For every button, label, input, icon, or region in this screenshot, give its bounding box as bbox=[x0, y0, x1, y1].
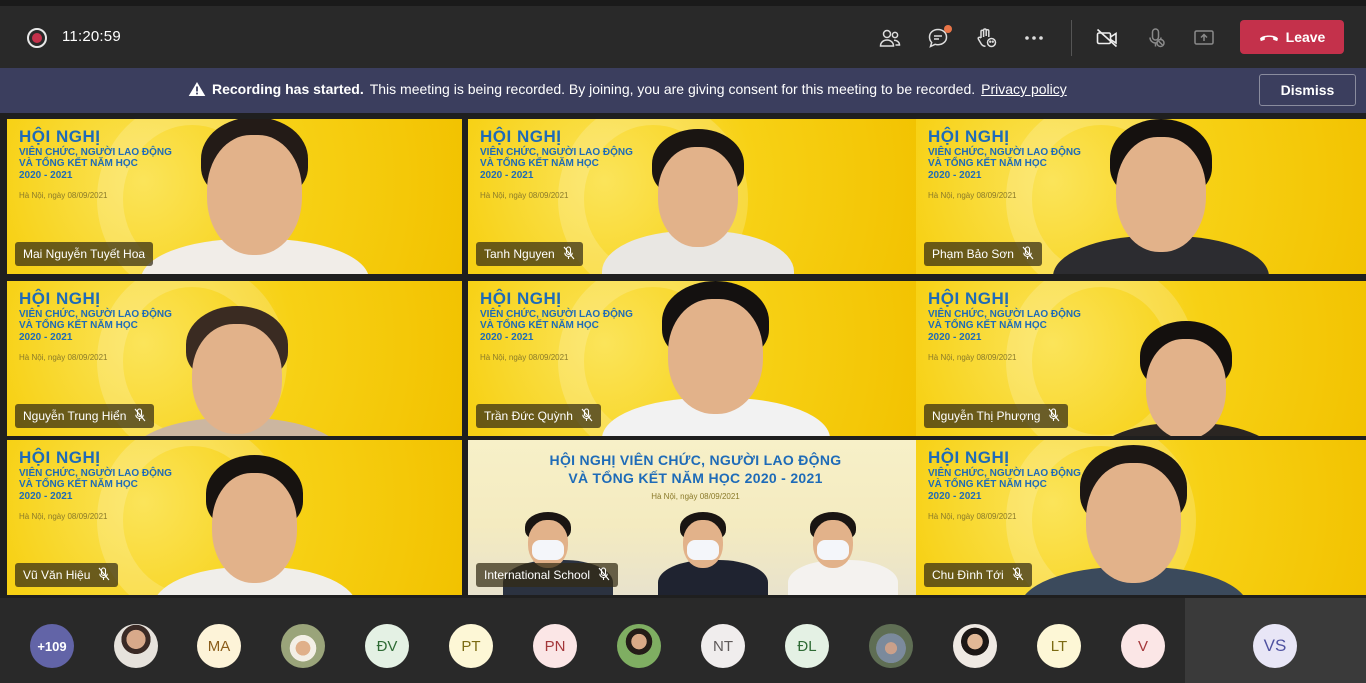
participant-name: International School bbox=[484, 568, 591, 582]
mic-muted-icon bbox=[581, 407, 593, 425]
share-screen-icon[interactable] bbox=[1190, 24, 1218, 52]
mic-muted-icon bbox=[1048, 407, 1060, 425]
participant-photo-avatar[interactable] bbox=[953, 624, 997, 668]
more-options-icon[interactable] bbox=[1020, 24, 1048, 52]
mic-muted-icon bbox=[134, 407, 146, 425]
participant-name-tag: Chu Đình Tới bbox=[924, 563, 1032, 587]
participant-avatar[interactable]: ĐL bbox=[785, 624, 829, 668]
video-tile[interactable]: HỘI NGHỊ VIÊN CHỨC, NGƯỜI LAO ĐỘNG VÀ TỔNG… bbox=[468, 281, 923, 436]
participant-avatar[interactable]: PN bbox=[533, 624, 577, 668]
chat-notification-dot bbox=[944, 25, 952, 33]
recording-banner: Recording has started. This meeting is b… bbox=[0, 68, 1366, 113]
video-tile[interactable]: HỘI NGHỊ VIÊN CHỨC, NGƯỜI LAO ĐỘNG VÀ TỔNG… bbox=[7, 119, 462, 274]
video-tile[interactable]: HỘI NGHỊ VIÊN CHỨC, NGƯỜI LAO ĐỘNG VÀ TỔNG… bbox=[916, 281, 1366, 436]
recording-message: Recording has started. This meeting is b… bbox=[188, 81, 1067, 97]
participant-avatar[interactable]: MA bbox=[197, 624, 241, 668]
video-tile[interactable]: HỘI NGHỊ VIÊN CHỨC, NGƯỜI LAO ĐỘNG VÀ TỔNG… bbox=[916, 440, 1366, 595]
warning-icon bbox=[188, 82, 206, 96]
participant-avatar[interactable]: PT bbox=[449, 624, 493, 668]
participant-photo-avatar[interactable] bbox=[114, 624, 158, 668]
participant-avatar[interactable]: ĐV bbox=[365, 624, 409, 668]
participant-name: Vũ Văn Hiệu bbox=[23, 568, 91, 582]
participant-name-tag: Nguyễn Thị Phượng bbox=[924, 404, 1069, 428]
leave-label: Leave bbox=[1285, 29, 1326, 45]
participant-strip: +109 MA ĐV PT PN NT ĐL LT V bbox=[0, 598, 1185, 683]
privacy-policy-link[interactable]: Privacy policy bbox=[981, 81, 1067, 97]
leave-button[interactable]: Leave bbox=[1240, 20, 1344, 54]
participant-photo-avatar[interactable] bbox=[617, 624, 661, 668]
dismiss-button[interactable]: Dismiss bbox=[1259, 74, 1356, 106]
meeting-timer: 11:20:59 bbox=[62, 28, 121, 45]
participant-name-tag: Nguyễn Trung Hiển bbox=[15, 404, 155, 428]
participant-avatar[interactable]: V bbox=[1121, 624, 1165, 668]
participant-photo-avatar[interactable] bbox=[869, 624, 913, 668]
mic-muted-icon bbox=[563, 245, 575, 263]
recording-consent-text: This meeting is being recorded. By joini… bbox=[369, 81, 976, 97]
participant-name: Tanh Nguyen bbox=[484, 247, 555, 261]
participant-name: Nguyễn Thị Phượng bbox=[932, 409, 1041, 423]
mic-muted-icon bbox=[598, 566, 610, 584]
participant-name-tag: Mai Nguyễn Tuyết Hoa bbox=[15, 242, 154, 266]
participants-icon[interactable] bbox=[876, 24, 904, 52]
participant-name: Phạm Bảo Sơn bbox=[932, 247, 1014, 261]
toolbar-divider bbox=[1071, 20, 1072, 56]
video-tile[interactable]: HỘI NGHỊ VIÊN CHỨC, NGƯỜI LAO ĐỘNG VÀ TỔN… bbox=[468, 440, 923, 595]
recording-title: Recording has started. bbox=[212, 81, 364, 97]
record-icon bbox=[27, 28, 47, 48]
video-tile[interactable]: HỘI NGHỊ VIÊN CHỨC, NGƯỜI LAO ĐỘNG VÀ TỔNG… bbox=[7, 440, 462, 595]
participant-name-tag: Tanh Nguyen bbox=[476, 242, 583, 266]
participant-name: Mai Nguyễn Tuyết Hoa bbox=[23, 247, 146, 261]
chat-icon[interactable] bbox=[924, 24, 952, 52]
video-tile[interactable]: HỘI NGHỊ VIÊN CHỨC, NGƯỜI LAO ĐỘNG VÀ TỔNG… bbox=[468, 119, 923, 274]
mic-off-icon[interactable] bbox=[1142, 24, 1170, 52]
video-grid: HỘI NGHỊ VIÊN CHỨC, NGƯỜI LAO ĐỘNG VÀ TỔNG… bbox=[0, 113, 1366, 598]
phone-icon bbox=[1259, 35, 1278, 42]
participant-name-tag: Vũ Văn Hiệu bbox=[15, 563, 119, 587]
reactions-icon[interactable] bbox=[972, 24, 1000, 52]
participant-name: Nguyễn Trung Hiển bbox=[23, 409, 127, 423]
participant-name: Trần Đức Quỳnh bbox=[484, 409, 573, 423]
self-preview: VS bbox=[1185, 598, 1366, 683]
mic-muted-icon bbox=[1022, 245, 1034, 263]
participant-name-tag: Phạm Bảo Sơn bbox=[924, 242, 1042, 266]
participant-name-tag: Trần Đức Quỳnh bbox=[476, 404, 601, 428]
mic-muted-icon bbox=[1012, 566, 1024, 584]
more-participants-avatar[interactable]: +109 bbox=[30, 624, 74, 668]
self-avatar[interactable]: VS bbox=[1253, 624, 1297, 668]
meeting-toolbar: 11:20:59 Leave bbox=[0, 0, 1366, 68]
participant-avatar[interactable]: NT bbox=[701, 624, 745, 668]
camera-off-icon[interactable] bbox=[1093, 24, 1121, 52]
mic-muted-icon bbox=[98, 566, 110, 584]
participant-avatar[interactable]: LT bbox=[1037, 624, 1081, 668]
video-tile[interactable]: HỘI NGHỊ VIÊN CHỨC, NGƯỜI LAO ĐỘNG VÀ TỔNG… bbox=[916, 119, 1366, 274]
participant-name: Chu Đình Tới bbox=[932, 568, 1004, 582]
participant-photo-avatar[interactable] bbox=[281, 624, 325, 668]
participant-name-tag: International School bbox=[476, 563, 619, 587]
video-tile[interactable]: HỘI NGHỊ VIÊN CHỨC, NGƯỜI LAO ĐỘNG VÀ TỔNG… bbox=[7, 281, 462, 436]
